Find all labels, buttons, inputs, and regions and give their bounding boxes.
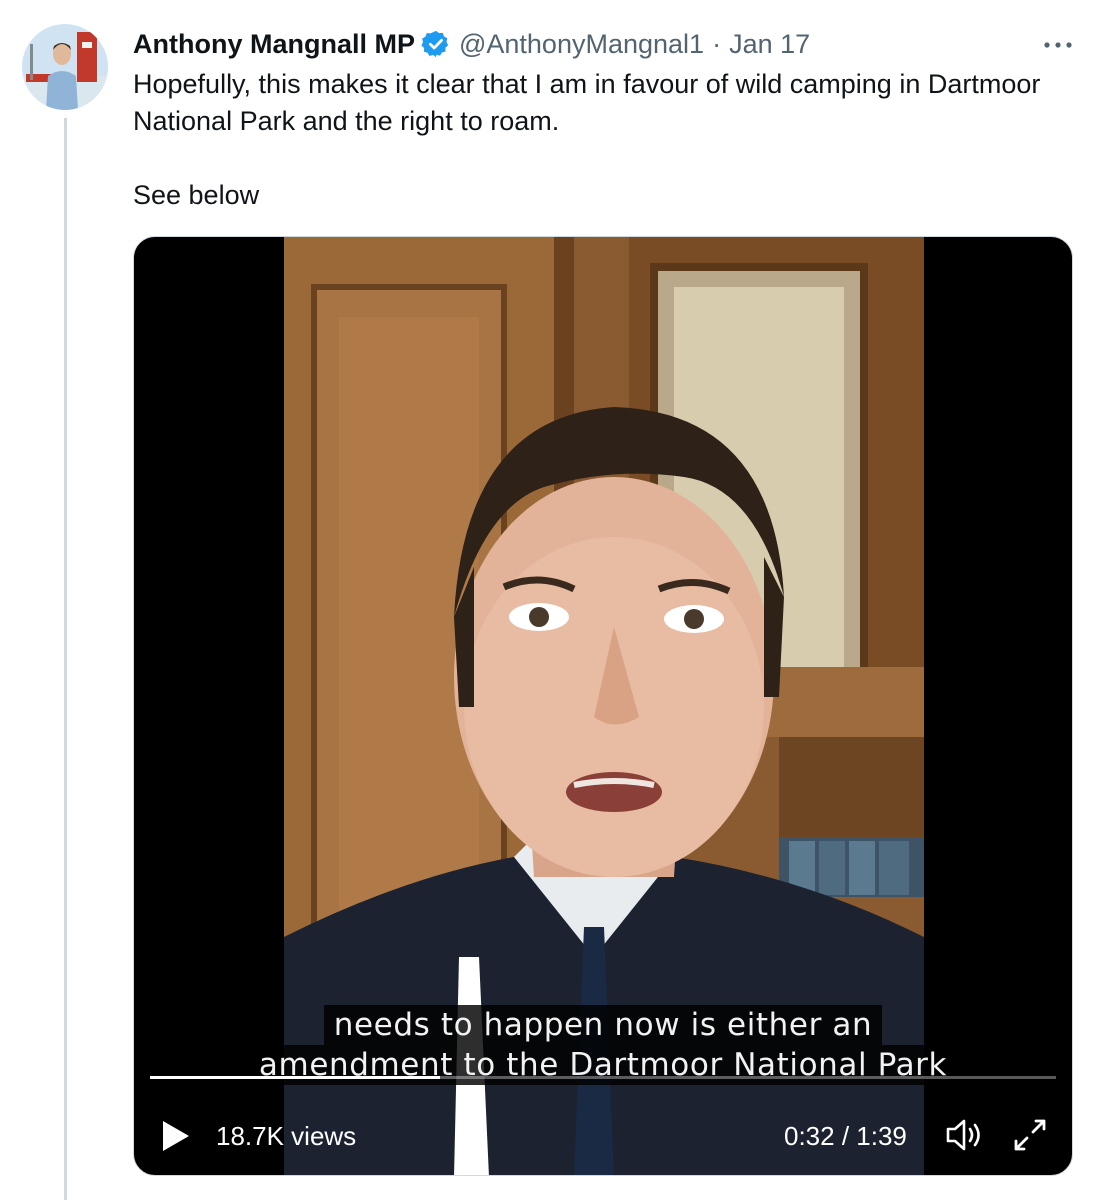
author-name[interactable]: Anthony Mangnall MP	[133, 29, 415, 60]
video-progress-fill	[150, 1076, 440, 1079]
tweet-header: Anthony Mangnall MP @AnthonyMangnal1 · J…	[133, 26, 810, 62]
tweet-text: Hopefully, this makes it clear that I am…	[133, 66, 1063, 214]
author-avatar[interactable]	[22, 24, 108, 110]
video-player[interactable]: needs to happen now is either an amendme…	[133, 236, 1073, 1176]
author-handle[interactable]: @AnthonyMangnal1	[459, 29, 704, 60]
view-count: 18.7K views	[216, 1121, 357, 1151]
video-time: 0:32 / 1:39	[784, 1121, 907, 1151]
video-captions: needs to happen now is either an amendme…	[232, 1005, 974, 1085]
play-icon[interactable]	[160, 1119, 192, 1160]
header-separator: ·	[712, 28, 722, 59]
video-progress-bar[interactable]	[150, 1076, 1056, 1079]
caption-line-2: amendment to the Dartmoor National Park	[248, 1045, 958, 1085]
more-options-icon[interactable]	[1038, 30, 1078, 60]
tweet-date[interactable]: Jan 17	[729, 29, 810, 60]
verified-badge-icon	[421, 29, 451, 59]
tweet-paragraph: See below	[133, 180, 260, 210]
tweet-paragraph: Hopefully, this makes it clear that I am…	[133, 69, 1041, 136]
fullscreen-icon[interactable]	[1012, 1117, 1048, 1160]
thread-connector-line	[64, 118, 67, 1200]
volume-icon[interactable]	[944, 1117, 984, 1160]
caption-line-1: needs to happen now is either an	[323, 1005, 883, 1045]
video-controls: 18.7K views 0:32 / 1:39	[134, 1107, 1072, 1163]
